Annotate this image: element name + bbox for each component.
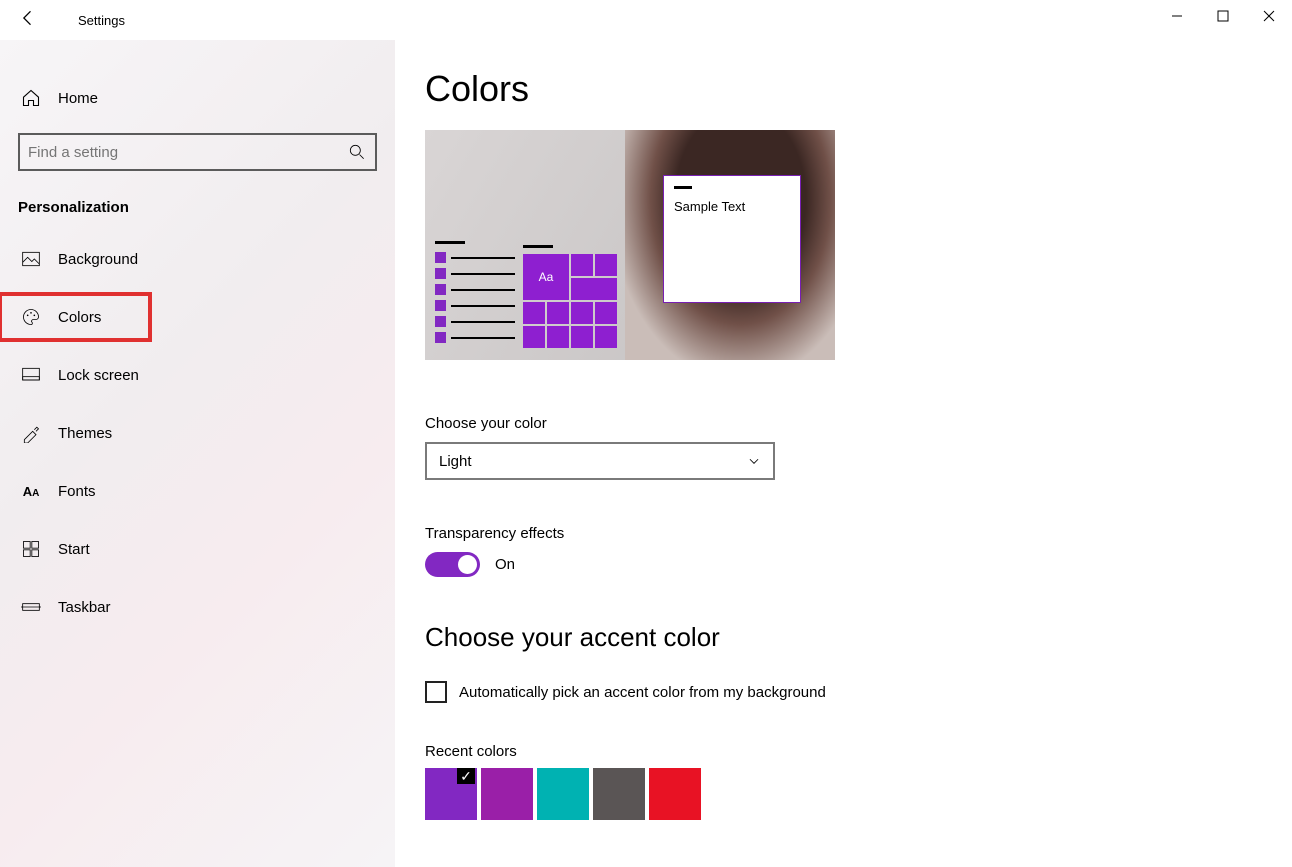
window-title: Settings — [78, 13, 125, 28]
sidebar-home[interactable]: Home — [0, 78, 395, 118]
recent-colors-label: Recent colors — [425, 743, 1292, 760]
sidebar-item-start[interactable]: Start — [0, 526, 395, 572]
recent-colors — [425, 768, 1292, 820]
taskbar-icon — [20, 597, 42, 617]
search-icon — [347, 142, 367, 162]
minimize-icon — [1171, 10, 1183, 22]
home-icon — [20, 88, 42, 108]
color-swatch[interactable] — [593, 768, 645, 820]
minimize-button[interactable] — [1154, 0, 1200, 32]
sidebar-item-label: Lock screen — [58, 367, 139, 384]
color-swatch[interactable] — [649, 768, 701, 820]
lock-screen-icon — [20, 365, 42, 385]
picture-icon — [20, 249, 42, 269]
close-icon — [1263, 10, 1275, 22]
sidebar-item-label: Background — [58, 251, 138, 268]
start-icon — [20, 539, 42, 559]
sidebar-item-label: Themes — [58, 425, 112, 442]
close-button[interactable] — [1246, 0, 1292, 32]
accent-heading: Choose your accent color — [425, 622, 1292, 653]
sidebar-item-lock-screen[interactable]: Lock screen — [0, 352, 395, 398]
sidebar-item-fonts[interactable]: AA Fonts — [0, 468, 395, 514]
sidebar-item-label: Colors — [58, 309, 101, 326]
preview-sample-window: Sample Text — [663, 175, 801, 303]
color-swatch[interactable] — [481, 768, 533, 820]
arrow-left-icon — [18, 8, 38, 28]
transparency-label: Transparency effects — [425, 525, 1292, 542]
palette-icon — [20, 307, 42, 327]
choose-color-value: Light — [439, 453, 472, 470]
window-controls — [1154, 0, 1292, 32]
color-swatch[interactable] — [425, 768, 477, 820]
maximize-icon — [1217, 10, 1229, 22]
sidebar-home-label: Home — [58, 90, 98, 107]
sidebar-item-colors[interactable]: Colors — [0, 294, 150, 340]
sidebar-item-background[interactable]: Background — [0, 236, 395, 282]
preview-tile-aa: Aa — [523, 254, 569, 300]
search-box[interactable] — [18, 133, 377, 171]
themes-icon — [20, 423, 42, 443]
chevron-down-icon — [747, 454, 761, 468]
sidebar: Home Personalization Background Colors L… — [0, 40, 395, 867]
sidebar-item-label: Fonts — [58, 483, 96, 500]
page-title: Colors — [425, 68, 1292, 110]
main-panel: Colors Aa — [395, 40, 1292, 867]
maximize-button[interactable] — [1200, 0, 1246, 32]
sidebar-item-label: Taskbar — [58, 599, 111, 616]
fonts-icon: AA — [20, 484, 42, 499]
color-preview: Aa Sample Text — [425, 130, 835, 360]
sidebar-item-label: Start — [58, 541, 90, 558]
auto-pick-checkbox[interactable] — [425, 681, 447, 703]
auto-pick-label: Automatically pick an accent color from … — [459, 684, 826, 701]
preview-sample-text: Sample Text — [674, 199, 790, 214]
transparency-state: On — [495, 556, 515, 573]
sidebar-item-themes[interactable]: Themes — [0, 410, 395, 456]
color-swatch[interactable] — [537, 768, 589, 820]
back-button[interactable] — [18, 8, 38, 32]
choose-color-label: Choose your color — [425, 415, 1292, 432]
sidebar-item-taskbar[interactable]: Taskbar — [0, 584, 395, 630]
search-input[interactable] — [28, 144, 347, 161]
transparency-toggle[interactable] — [425, 552, 480, 577]
preview-start-mock: Aa — [435, 241, 617, 360]
sidebar-section: Personalization — [0, 189, 395, 236]
choose-color-dropdown[interactable]: Light — [425, 442, 775, 480]
